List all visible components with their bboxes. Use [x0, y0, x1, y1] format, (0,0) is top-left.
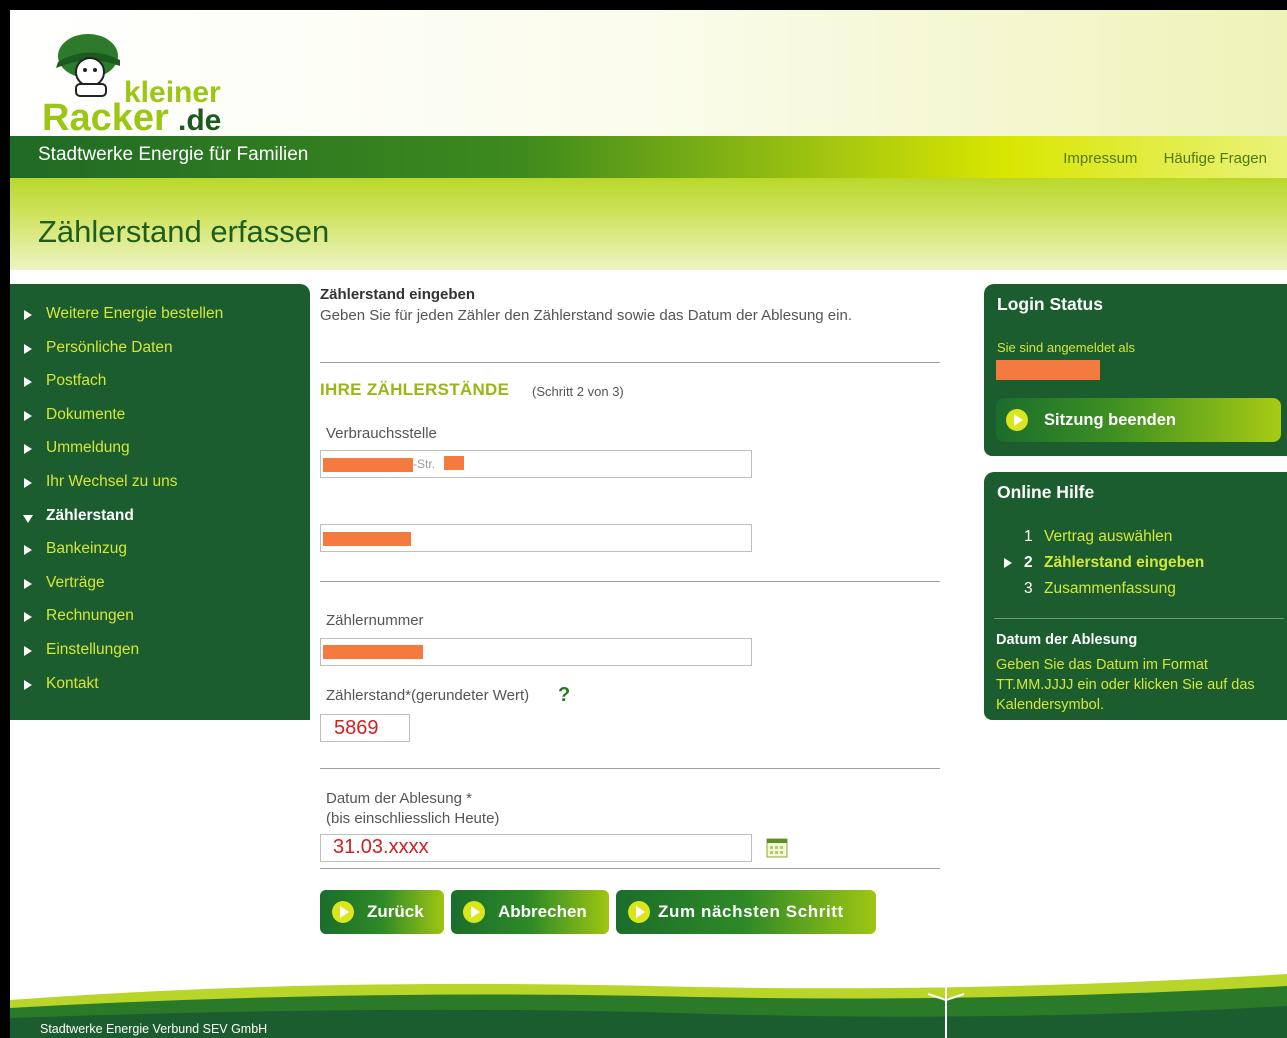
sidebar-item-ummeldung[interactable]: Ummeldung [10, 436, 310, 470]
arrow-right-icon [24, 612, 32, 623]
zaehlernummer-field[interactable] [320, 638, 752, 666]
form-heading: Zählerstand eingeben [320, 286, 476, 303]
divider [320, 581, 940, 582]
footer-company: Stadtwerke Energie Verbund SEV GmbH [40, 1022, 268, 1036]
login-status-text: Sie sind angemeldet als [997, 340, 1136, 355]
play-icon [628, 901, 650, 923]
redacted-username [996, 360, 1100, 380]
sidebar-item-persoenliche-daten[interactable]: Persönliche Daten [10, 336, 310, 370]
sidebar-item-wechsel[interactable]: Ihr Wechsel zu uns [10, 470, 310, 504]
online-help-title: Online Hilfe [997, 482, 1095, 502]
help-subtitle: Datum der Ablesung [996, 632, 1138, 648]
divider [994, 618, 1284, 619]
help-step-3[interactable]: 3 Zusammenfassung [1024, 580, 1176, 598]
brand-tagline: Stadtwerke Energie für Familien [38, 144, 309, 165]
online-help-panel: Online Hilfe 1 Vertrag auswählen 2 Zählers… [984, 472, 1287, 720]
svg-text:Racker: Racker [42, 97, 169, 132]
play-icon [1006, 409, 1028, 431]
help-question-icon[interactable]: ? [558, 684, 570, 707]
arrow-right-icon [24, 310, 32, 320]
play-icon [463, 901, 485, 923]
arrow-down-icon [23, 514, 33, 523]
datum-hint: (bis einschliesslich Heute) [326, 810, 500, 827]
divider [320, 768, 940, 769]
logout-button[interactable]: Sitzung beenden [996, 398, 1281, 442]
main-content: Zählerstand eingeben Geben Sie für jeden… [320, 284, 940, 944]
arrow-right-icon [24, 477, 32, 488]
redacted-block [444, 456, 464, 470]
divider [320, 868, 940, 869]
page-title: Zählerstand erfassen [38, 214, 330, 249]
help-step-1[interactable]: 1 Vertrag auswählen [1024, 528, 1172, 546]
sidebar-item-kontakt[interactable]: Kontakt [10, 672, 310, 706]
svg-text:.de: .de [178, 104, 221, 132]
faq-link[interactable]: Häufige Fragen [1164, 150, 1267, 167]
login-status-panel: Login Status Sie sind angemeldet als Sit… [984, 284, 1287, 456]
title-band: Zählerstand erfassen [10, 178, 1287, 270]
arrow-right-icon [24, 377, 32, 388]
datum-input[interactable]: 31.03.xxxx [320, 834, 752, 862]
arrow-right-icon [24, 343, 32, 354]
sidebar-item-bankeinzug[interactable]: Bankeinzug [10, 537, 310, 571]
form-intro: Geben Sie für jeden Zähler den Zählersta… [320, 307, 852, 324]
redacted-block [323, 532, 411, 546]
arrow-right-icon [24, 410, 32, 421]
next-step-button[interactable]: Zum nächsten Schritt [616, 890, 876, 934]
cancel-button[interactable]: Abbrechen [451, 890, 609, 934]
zaehlerstand-label: Zählerstand*(gerundeter Wert) [326, 687, 530, 704]
divider [320, 362, 940, 363]
sidebar-item-vertraege[interactable]: Verträge [10, 571, 310, 605]
zaehlerstand-input[interactable]: 5869 [320, 714, 410, 742]
verbrauchsstelle-city-field[interactable] [320, 524, 752, 552]
help-body-text: Geben Sie das Datum im Format TT.MM.JJJJ… [996, 657, 1255, 713]
zaehlerstand-value: 5869 [334, 717, 379, 739]
arrow-right-icon [24, 679, 32, 690]
arrow-right-icon [24, 578, 32, 589]
sidebar-item-postfach[interactable]: Postfach [10, 369, 310, 403]
datum-label: Datum der Ablesung * [326, 790, 472, 807]
back-button[interactable]: Zurück [320, 890, 444, 934]
arrow-right-icon [24, 645, 32, 656]
sidebar-item-einstellungen[interactable]: Einstellungen [10, 638, 310, 672]
sidebar-item-dokumente[interactable]: Dokumente [10, 403, 310, 437]
redacted-block [323, 645, 423, 659]
header-logo-band: kleiner Racker .de [10, 10, 1287, 136]
impressum-link[interactable]: Impressum [1063, 150, 1137, 167]
street-suffix: -Str. [413, 457, 436, 471]
site-logo[interactable]: kleiner Racker .de [36, 22, 246, 132]
sidebar-item-weitere-energie[interactable]: Weitere Energie bestellen [10, 302, 310, 336]
verbrauchsstelle-label: Verbrauchsstelle [326, 425, 437, 442]
arrow-right-icon [24, 444, 32, 455]
login-status-title: Login Status [997, 294, 1103, 314]
verbrauchsstelle-street-field[interactable]: -Str. [320, 450, 752, 478]
top-links: Impressum Häufige Fragen [1041, 150, 1267, 167]
sidebar-item-rechnungen[interactable]: Rechnungen [10, 604, 310, 638]
calendar-icon[interactable] [766, 836, 788, 858]
page-frame: kleiner Racker .de Stadtwerke Energie fü… [10, 10, 1287, 1038]
play-icon [332, 901, 354, 923]
help-step-2[interactable]: 2 Zählerstand eingeben [1004, 554, 1204, 572]
section-title: IHRE ZÄHLERSTÄNDE [320, 380, 510, 399]
arrow-right-icon [24, 545, 32, 556]
zaehlernummer-label: Zählernummer [326, 612, 424, 629]
arrow-right-icon [1004, 558, 1012, 568]
datum-value: 31.03.xxxx [333, 836, 429, 858]
sidebar-nav: Weitere Energie bestellen Persönliche Da… [10, 284, 310, 720]
brand-bar: Stadtwerke Energie für Familien Impressu… [10, 136, 1287, 178]
redacted-block [323, 458, 413, 472]
step-note: (Schritt 2 von 3) [532, 384, 624, 399]
footer: Stadtwerke Energie Verbund SEV GmbH [10, 960, 1287, 1038]
sidebar-item-zaehlerstand[interactable]: Zählerstand [10, 504, 310, 538]
